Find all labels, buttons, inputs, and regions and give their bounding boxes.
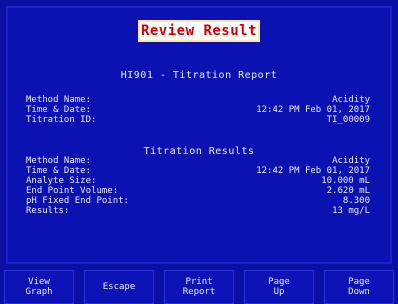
row-value: 12:42 PM Feb 01, 2017 <box>256 105 370 115</box>
row-value: 8.300 <box>342 196 370 206</box>
report-title: HI901 - Titration Report <box>120 70 278 81</box>
result-row: Results: 13 mg/L <box>26 206 370 216</box>
row-label: Results: <box>26 206 70 216</box>
softkey-label-line1: View <box>28 277 50 287</box>
row-label: Analyte Size: <box>26 176 97 186</box>
softkey-label-line1: Escape <box>102 282 136 292</box>
method-info: Method Name: Acidity Time & Date: 12:42 … <box>26 95 370 125</box>
row-value: Acidity <box>332 156 370 166</box>
row-value: 12:42 PM Feb 01, 2017 <box>256 166 370 176</box>
result-row: Time & Date: 12:42 PM Feb 01, 2017 <box>26 166 370 176</box>
row-value: Acidity <box>332 95 370 105</box>
page-down-button[interactable]: Page Down <box>324 270 394 304</box>
softkey-label-line1: Print <box>185 277 213 287</box>
page-up-button[interactable]: Page Up <box>244 270 314 304</box>
screen-title: Review Result <box>140 23 258 39</box>
row-value: 10.000 mL <box>321 176 370 186</box>
row-label: Time & Date: <box>26 105 92 115</box>
row-label: Method Name: <box>26 95 92 105</box>
result-row: Method Name: Acidity <box>26 156 370 166</box>
softkey-bar: View Graph Escape Print Report Page Up P… <box>0 270 398 304</box>
softkey-label-line2: Down <box>348 287 370 297</box>
softkey-label-line2: Report <box>182 287 216 297</box>
result-row: pH Fixed End Point: 8.300 <box>26 196 370 206</box>
softkey-label-line2: Graph <box>25 287 53 297</box>
result-row: End Point Volume: 2.620 mL <box>26 186 370 196</box>
row-label: Time & Date: <box>26 166 92 176</box>
view-graph-button[interactable]: View Graph <box>4 270 74 304</box>
softkey-label-line1: Page <box>268 277 290 287</box>
row-value: TI_00009 <box>326 115 370 125</box>
results-info: Method Name: Acidity Time & Date: 12:42 … <box>26 156 370 216</box>
method-row: Titration ID: TI_00009 <box>26 115 370 125</box>
display-panel <box>6 6 392 264</box>
softkey-label-line2: Up <box>273 287 285 297</box>
softkey-label-line1: Page <box>348 277 370 287</box>
row-label: pH Fixed End Point: <box>26 196 129 206</box>
screen-title-box: Review Result <box>138 20 260 42</box>
row-value: 2.620 mL <box>326 186 370 196</box>
row-label: Titration ID: <box>26 115 97 125</box>
row-label: Method Name: <box>26 156 92 166</box>
result-row: Analyte Size: 10.000 mL <box>26 176 370 186</box>
print-report-button[interactable]: Print Report <box>164 270 234 304</box>
row-label: End Point Volume: <box>26 186 119 196</box>
method-row: Time & Date: 12:42 PM Feb 01, 2017 <box>26 105 370 115</box>
titrator-screen: Review Result HI901 - Titration Report M… <box>0 0 398 304</box>
row-value: 13 mg/L <box>332 206 370 216</box>
escape-button[interactable]: Escape <box>84 270 154 304</box>
method-row: Method Name: Acidity <box>26 95 370 105</box>
